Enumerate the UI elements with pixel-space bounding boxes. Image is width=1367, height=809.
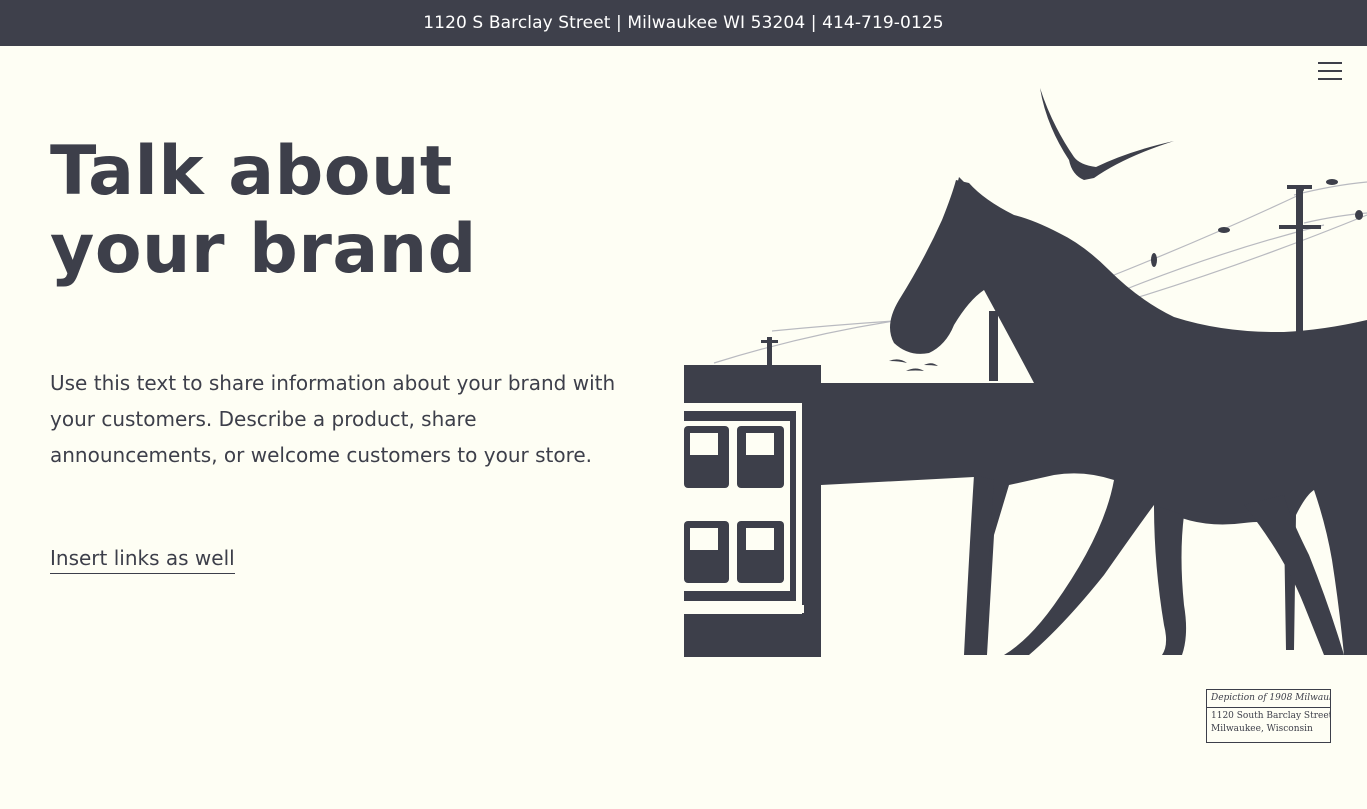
insert-links-link[interactable]: Insert links as well (50, 543, 235, 574)
hero-illustration (684, 88, 1367, 657)
building (684, 365, 821, 657)
perched-birds (1151, 179, 1363, 267)
depiction-badge: Depiction of 1908 Milwaukee 1120 South B… (1206, 689, 1331, 743)
badge-city: Milwaukee, Wisconsin (1211, 724, 1313, 734)
menu-line (1318, 70, 1342, 72)
small-pole (761, 337, 778, 369)
badge-title: Depiction of 1908 Milwaukee (1207, 690, 1330, 708)
menu-line (1318, 62, 1342, 64)
hero-body-text: Use this text to share information about… (50, 371, 616, 467)
announcement-bar: 1120 S Barclay Street | Milwaukee WI 532… (0, 0, 1367, 46)
badge-address: 1120 South Barclay Street (1211, 711, 1330, 721)
menu-line (1318, 78, 1342, 80)
horse-silhouette (821, 180, 1367, 655)
hamburger-menu-icon[interactable] (1312, 58, 1346, 86)
telephone-pole (1279, 185, 1321, 335)
announcement-text: 1120 S Barclay Street | Milwaukee WI 532… (423, 13, 944, 33)
small-birds (889, 359, 938, 371)
flying-bird (1040, 88, 1174, 180)
hero-title: Talk about your brand (50, 132, 477, 289)
